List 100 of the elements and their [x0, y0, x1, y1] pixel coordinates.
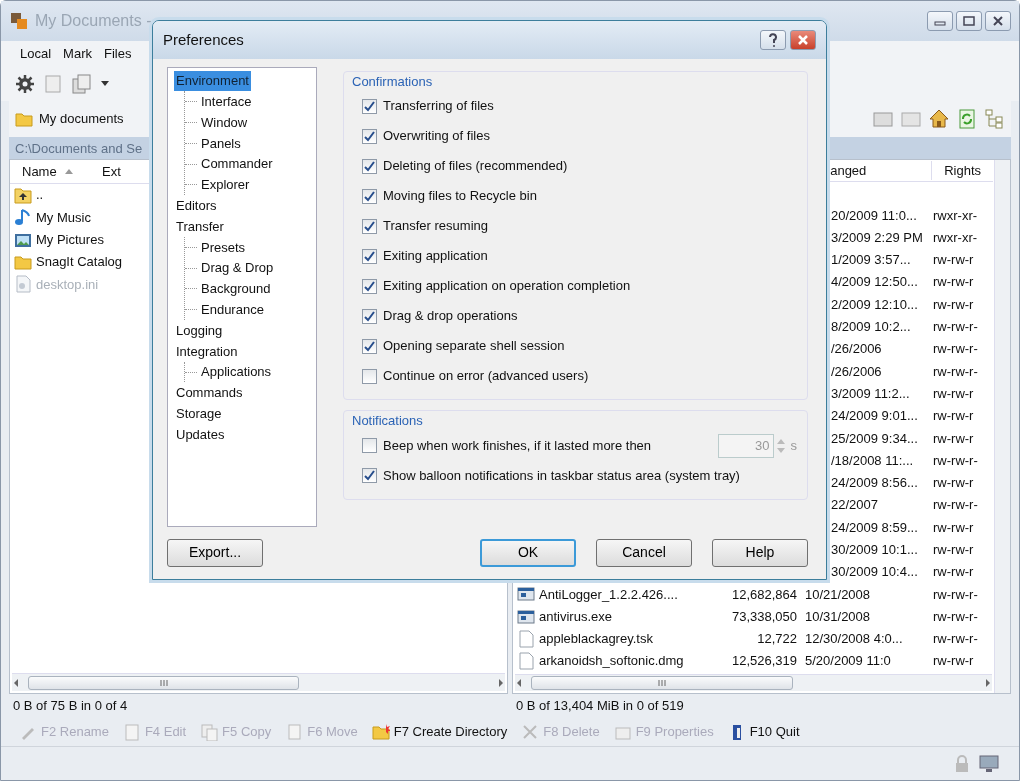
menu-item[interactable]: Files	[98, 42, 137, 66]
refresh-icon[interactable]	[957, 109, 977, 129]
caret-icon[interactable]	[101, 81, 109, 87]
tree-icon[interactable]	[985, 109, 1005, 129]
file-name[interactable]: appleblackagrey.tsk	[539, 629, 653, 649]
option-label[interactable]: Exiting application	[383, 246, 488, 266]
tree-item[interactable]: Editors	[174, 195, 219, 216]
file-name[interactable]: antivirus.exe	[539, 606, 612, 627]
status-text: 0 B of 13,404 MiB in 0 of 519	[516, 697, 684, 716]
menu-item[interactable]: Local	[15, 42, 57, 66]
toolbar-button[interactable]: F7 Create Directory	[371, 722, 508, 742]
dialog-button[interactable]: Help	[712, 538, 808, 567]
column-header[interactable]: Rights	[931, 160, 993, 181]
option-label[interactable]: Show balloon notifications in taskbar status area (system tray)	[383, 465, 740, 486]
horizontal-scrollbar[interactable]	[12, 673, 505, 691]
tree-item[interactable]: Window	[199, 112, 250, 133]
dialog-button[interactable]: Cancel	[596, 538, 692, 567]
date-modified: 3/2009 2:29 PM	[830, 228, 924, 247]
minimize-button[interactable]	[927, 11, 953, 31]
tree-item[interactable]: Integration	[174, 341, 240, 361]
column-header[interactable]: Name	[10, 161, 90, 182]
dialog-title: Preferences	[163, 29, 244, 50]
checkbox[interactable]	[362, 188, 377, 204]
close-icon	[992, 16, 1004, 26]
file-rights: rw-rw-r	[933, 474, 974, 493]
file-rights: rwxr-xr-	[933, 206, 978, 225]
checkbox[interactable]	[362, 338, 377, 354]
option-label[interactable]: Deleting of files (recommended)	[383, 156, 568, 176]
tree-item[interactable]: Logging	[174, 320, 225, 341]
tree-item[interactable]: Environment	[174, 71, 251, 91]
date-modified: 12/30/2008 4:0...	[805, 630, 904, 649]
file-rights: rw-rw-r	[933, 384, 974, 403]
checkbox[interactable]	[362, 468, 377, 483]
horizontal-scrollbar[interactable]	[515, 674, 992, 691]
checkbox[interactable]	[362, 128, 377, 144]
check-icon	[364, 470, 375, 481]
tree-item[interactable]: Background	[199, 279, 273, 299]
checkbox[interactable]	[362, 98, 377, 114]
tree-item[interactable]: Updates	[174, 424, 227, 445]
home-icon[interactable]	[929, 109, 949, 129]
scroll-thumb[interactable]	[28, 675, 300, 690]
checkbox[interactable]	[362, 278, 377, 294]
date-modified: /26/2006	[830, 362, 883, 381]
option-label[interactable]: Transferring of files	[383, 96, 494, 116]
help-icon	[767, 32, 779, 47]
tree-item[interactable]: Commands	[174, 383, 245, 403]
tree-item[interactable]: Presets	[199, 237, 248, 257]
checkbox[interactable]	[362, 248, 377, 264]
file-size: 12,722	[756, 630, 797, 649]
vertical-scrollbar[interactable]	[994, 160, 1010, 693]
settings-file-icon	[14, 275, 32, 294]
tree-item[interactable]: Transfer	[174, 216, 226, 237]
restore-button[interactable]	[956, 11, 982, 31]
dialog-button[interactable]: Export...	[167, 538, 263, 567]
location-dropdown[interactable]: My documents	[15, 109, 124, 129]
menu-item[interactable]: Mark	[58, 42, 97, 66]
close-button[interactable]	[790, 29, 816, 50]
file-name[interactable]: ..	[36, 185, 44, 205]
dialog-button[interactable]: OK	[480, 538, 576, 567]
file-rights: rw-rw-r	[933, 407, 974, 426]
option-label[interactable]: Continue on error (advanced users)	[383, 366, 589, 386]
file-name[interactable]: arkanoidsh_softonic.dmg	[539, 651, 684, 671]
close-button[interactable]	[985, 11, 1011, 31]
date-modified: 20/2009 11:0...	[830, 206, 918, 225]
help-button[interactable]	[760, 29, 786, 50]
option-label[interactable]: Drag & drop operations	[383, 306, 518, 326]
file-name[interactable]: SnagIt Catalog	[36, 252, 122, 272]
date-modified: 24/2009 8:59...	[830, 518, 919, 537]
document-icon	[517, 652, 535, 671]
file-rights: rw-rw-r-	[933, 318, 978, 336]
documents-icon	[200, 723, 219, 741]
date-modified: 1/2009 3:57...	[830, 251, 912, 270]
scroll-thumb[interactable]	[531, 676, 794, 691]
file-name[interactable]: My Music	[36, 207, 91, 228]
tree-item[interactable]: Endurance	[199, 299, 266, 320]
option-label[interactable]: Exiting application on operation completion	[383, 276, 631, 296]
file-rights: rw-rw-r	[933, 652, 974, 671]
checkbox[interactable]	[362, 368, 377, 384]
document-icon	[122, 723, 141, 741]
file-rights: rw-rw-r	[933, 518, 974, 537]
file-name[interactable]: My Pictures	[36, 230, 104, 250]
option-label[interactable]: Opening separate shell session	[383, 336, 565, 356]
toolbar-button[interactable]: F10 Quit	[727, 722, 800, 742]
date-modified: 10/21/2008	[805, 585, 872, 604]
tree-item[interactable]: Explorer	[199, 175, 252, 195]
column-header[interactable]: anged	[830, 160, 932, 181]
checkbox[interactable]	[362, 218, 377, 234]
option-label[interactable]: Transfer resuming	[383, 216, 488, 236]
check-icon	[364, 190, 375, 202]
date-modified: 2/2009 12:10...	[830, 295, 919, 314]
checkbox[interactable]	[362, 158, 377, 174]
file-name[interactable]: AntiLogger_1.2.2.426....	[539, 584, 678, 605]
tree-item[interactable]: Interface	[199, 91, 254, 112]
column-header[interactable]: Ext	[90, 161, 133, 182]
gear-icon[interactable]	[15, 74, 35, 94]
tree-item[interactable]: Applications	[199, 362, 274, 382]
tree-item[interactable]: Drag & Drop	[199, 258, 276, 278]
tree-item[interactable]: Storage	[174, 403, 224, 424]
checkbox[interactable]	[362, 308, 377, 324]
option-label[interactable]: Moving files to Recycle bin	[383, 186, 537, 206]
